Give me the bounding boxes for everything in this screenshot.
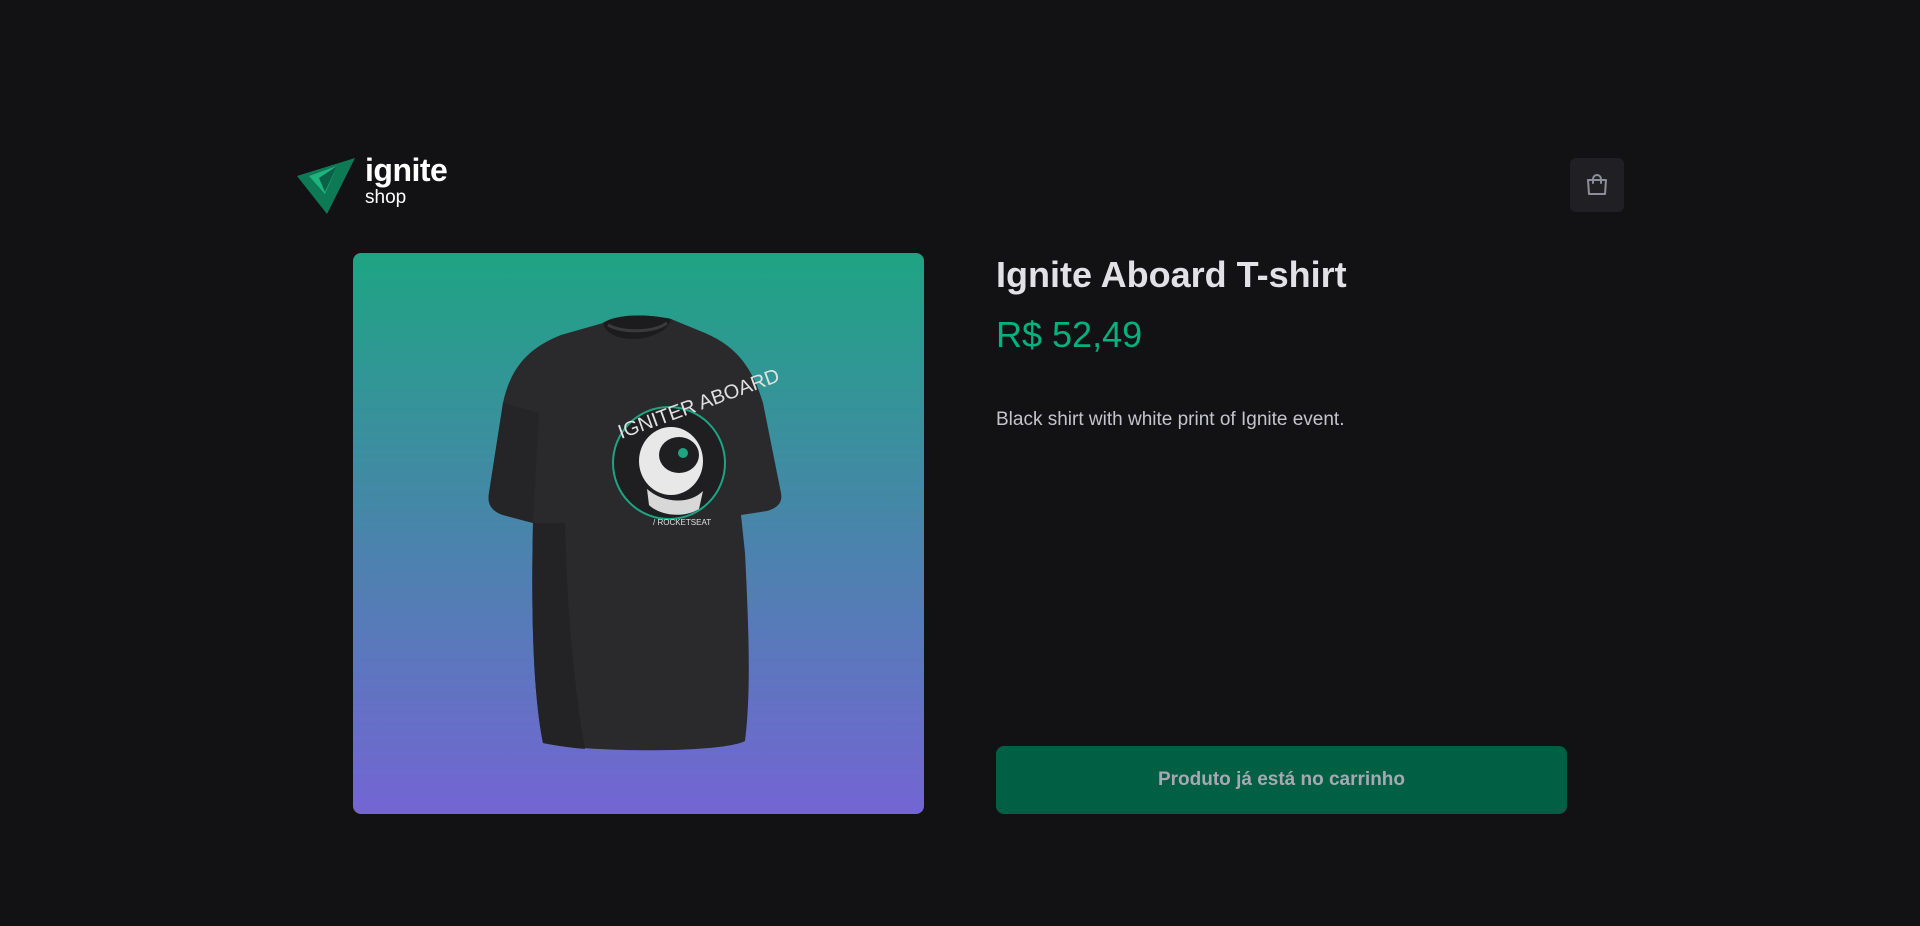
product-details: Ignite Aboard T-shirt R$ 52,49 Black shi… — [996, 253, 1568, 814]
product-title: Ignite Aboard T-shirt — [996, 254, 1347, 295]
shopping-bag-icon — [1587, 174, 1607, 195]
svg-text:/ ROCKETSEAT: / ROCKETSEAT — [653, 518, 711, 527]
product-page: ignite shop IGNITER ABOARD / ROCKETSEAT … — [0, 0, 1920, 926]
logo-text: ignite shop — [365, 152, 448, 208]
already-in-cart-button[interactable]: Produto já está no carrinho — [996, 746, 1567, 814]
logo-subtitle: shop — [365, 187, 407, 208]
cart-button[interactable] — [1570, 158, 1624, 212]
logo-title: ignite — [365, 152, 448, 188]
header: ignite shop — [295, 152, 1625, 214]
logo-icon — [297, 158, 355, 214]
product-price: R$ 52,49 — [996, 314, 1143, 355]
product-image: IGNITER ABOARD / ROCKETSEAT — [353, 253, 924, 814]
product-description: Black shirt with white print of Ignite e… — [996, 409, 1345, 430]
tshirt-image: IGNITER ABOARD / ROCKETSEAT — [488, 315, 782, 751]
